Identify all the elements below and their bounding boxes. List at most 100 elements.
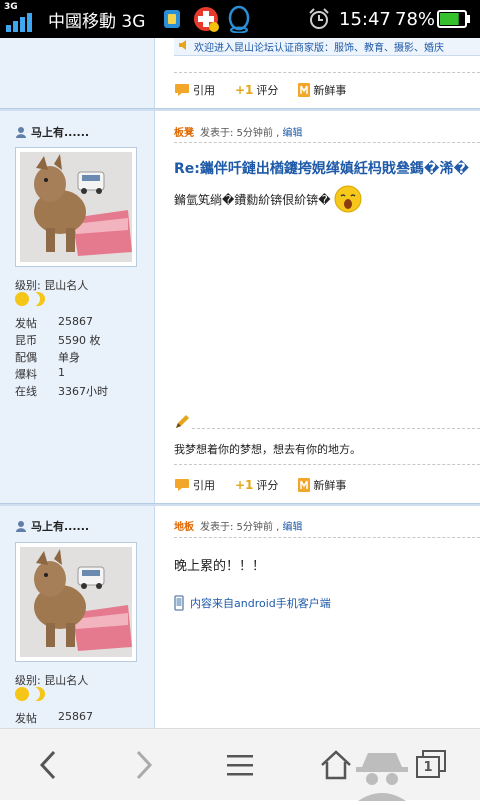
post-meta: 板凳 发表于: 5分钟前 , 编辑 — [174, 124, 302, 139]
edit-link[interactable]: 编辑 — [282, 128, 302, 139]
user-icon — [16, 127, 26, 138]
battery-percent: 78% — [395, 8, 436, 30]
stat-row: 在线 3367小时 — [15, 383, 108, 399]
rate-button[interactable]: +1 评分 — [235, 477, 278, 493]
stat-key: 发帖 — [15, 317, 37, 330]
stat-row: 发帖 25867 — [15, 710, 93, 726]
menu-icon — [227, 755, 253, 776]
stat-value: 5590 枚 — [58, 334, 101, 347]
qq-icon — [226, 0, 252, 38]
moon-icon — [31, 292, 45, 306]
battery-icon — [437, 0, 471, 38]
edit-link[interactable]: 编辑 — [282, 522, 302, 533]
menu-button[interactable] — [212, 739, 268, 791]
quote-label: 引用 — [193, 84, 215, 97]
stat-row: 发帖 25867 — [15, 315, 93, 331]
post-meta: 地板 发表于: 5分钟前 , 编辑 — [174, 518, 302, 533]
stat-row: 昆币 5590 枚 — [15, 332, 101, 348]
author-avatar[interactable] — [15, 147, 137, 267]
pencil-icon — [174, 414, 190, 434]
network-type-label: 3G — [4, 2, 18, 12]
tabs-button[interactable]: 1 — [404, 739, 460, 791]
tabs-icon: 1 — [416, 750, 448, 780]
floor-label: 地板 — [174, 522, 194, 533]
stat-value: 25867 — [58, 710, 93, 723]
clock-label: 15:47 — [339, 8, 391, 30]
status-bar: 3G 中國移動 3G 15:47 78% — [0, 0, 480, 38]
post-time: 发表于: 5分钟前 , — [200, 128, 280, 139]
plus-one-icon: +1 — [235, 83, 254, 97]
back-button[interactable] — [20, 739, 76, 791]
author-level: 级别: 昆山名人 — [15, 279, 89, 292]
fresh-button[interactable]: 新鲜事 — [298, 477, 346, 493]
action-row-top: 引用 +1 评分 新鲜事 — [174, 82, 366, 98]
banner-text: 欢迎进入昆山论坛认证商家版：服饰、教育、摄影、婚庆 — [194, 43, 444, 54]
post-body-text: 晚上累的！！！ — [174, 559, 266, 574]
floor-label: 板凳 — [174, 128, 194, 139]
level-badges — [15, 292, 45, 306]
client-note-text: 内容来自android手机客户端 — [190, 597, 331, 610]
speaker-icon — [178, 40, 190, 53]
quote-button[interactable]: 引用 — [174, 477, 215, 493]
avatar-image — [20, 152, 132, 262]
health-app-icon — [192, 0, 220, 38]
smiley-icon — [15, 292, 29, 306]
fresh-icon — [298, 83, 311, 97]
smiley-icon — [15, 687, 29, 701]
stat-key: 爆料 — [15, 368, 37, 381]
quote-button[interactable]: 引用 — [174, 82, 215, 98]
user-icon — [16, 521, 26, 532]
author-name: 马上有...... — [31, 126, 90, 139]
back-arrow-icon — [39, 750, 56, 780]
client-note[interactable]: 内容来自android手机客户端 — [174, 595, 331, 611]
stat-key: 发帖 — [15, 712, 37, 725]
level-badges — [15, 687, 45, 701]
rate-label: 评分 — [256, 84, 279, 97]
stat-row: 配偶 单身 — [15, 349, 80, 365]
rate-button[interactable]: +1 评分 — [235, 82, 278, 98]
stat-key: 昆币 — [15, 334, 37, 347]
quote-label: 引用 — [193, 479, 215, 492]
post-title[interactable]: Re:鑴伴吀鏈出楢鑳挎娊缂嫃紝杩戝叄鎷�浠� — [174, 158, 469, 178]
post-author[interactable]: 马上有...... — [15, 518, 89, 534]
sim-icon — [163, 0, 181, 38]
author-avatar[interactable] — [15, 542, 137, 662]
carrier-label: 中國移動 3G — [48, 11, 146, 32]
quote-icon — [175, 479, 189, 491]
thread-content[interactable]: ▪ ▪▪▪▪ ▪ ▪▪▪ 欢迎进入昆山论坛认证商家版：服饰、教育、摄影、婚庆 引… — [0, 38, 480, 728]
fresh-icon — [298, 478, 311, 492]
stat-value: 3367小时 — [58, 385, 108, 398]
action-row: 引用 +1 评分 新鲜事 — [174, 477, 366, 493]
post-author[interactable]: 马上有...... — [15, 124, 89, 140]
browser-nav-bar: 1 — [0, 728, 480, 801]
post-time: 发表于: 5分钟前 , — [200, 522, 280, 533]
stat-key: 在线 — [15, 385, 37, 398]
incognito-icon — [352, 745, 412, 805]
phone-icon — [174, 595, 184, 611]
fresh-label: 新鲜事 — [313, 84, 347, 97]
partial-link-row: ▪ ▪▪▪▪ ▪ ▪▪▪ — [15, 38, 92, 41]
quote-icon — [175, 84, 189, 96]
fresh-button[interactable]: 新鲜事 — [298, 82, 346, 98]
moon-icon — [31, 687, 45, 701]
yawn-emoji-icon — [334, 185, 362, 213]
post-separator — [0, 503, 480, 506]
divider — [174, 142, 480, 143]
fresh-label: 新鲜事 — [313, 479, 347, 492]
plus-one-icon: +1 — [235, 478, 254, 492]
avatar-image — [20, 547, 132, 657]
signature-divider — [192, 428, 480, 429]
forward-arrow-icon — [136, 750, 153, 780]
author-name: 马上有...... — [31, 520, 90, 533]
divider — [174, 537, 480, 538]
post-separator — [0, 108, 480, 111]
stat-key: 配偶 — [15, 351, 37, 364]
announcement-banner[interactable]: 欢迎进入昆山论坛认证商家版：服饰、教育、摄影、婚庆 — [174, 38, 480, 56]
stat-value: 1 — [58, 366, 65, 379]
tab-count: 1 — [416, 756, 440, 778]
forward-button[interactable] — [116, 739, 172, 791]
post-body: 鏅氫笂绱�鐨勬紒锛佷紒锛� — [174, 184, 363, 214]
divider — [174, 464, 480, 465]
author-level: 级别: 昆山名人 — [15, 674, 89, 687]
rate-label: 评分 — [256, 479, 279, 492]
